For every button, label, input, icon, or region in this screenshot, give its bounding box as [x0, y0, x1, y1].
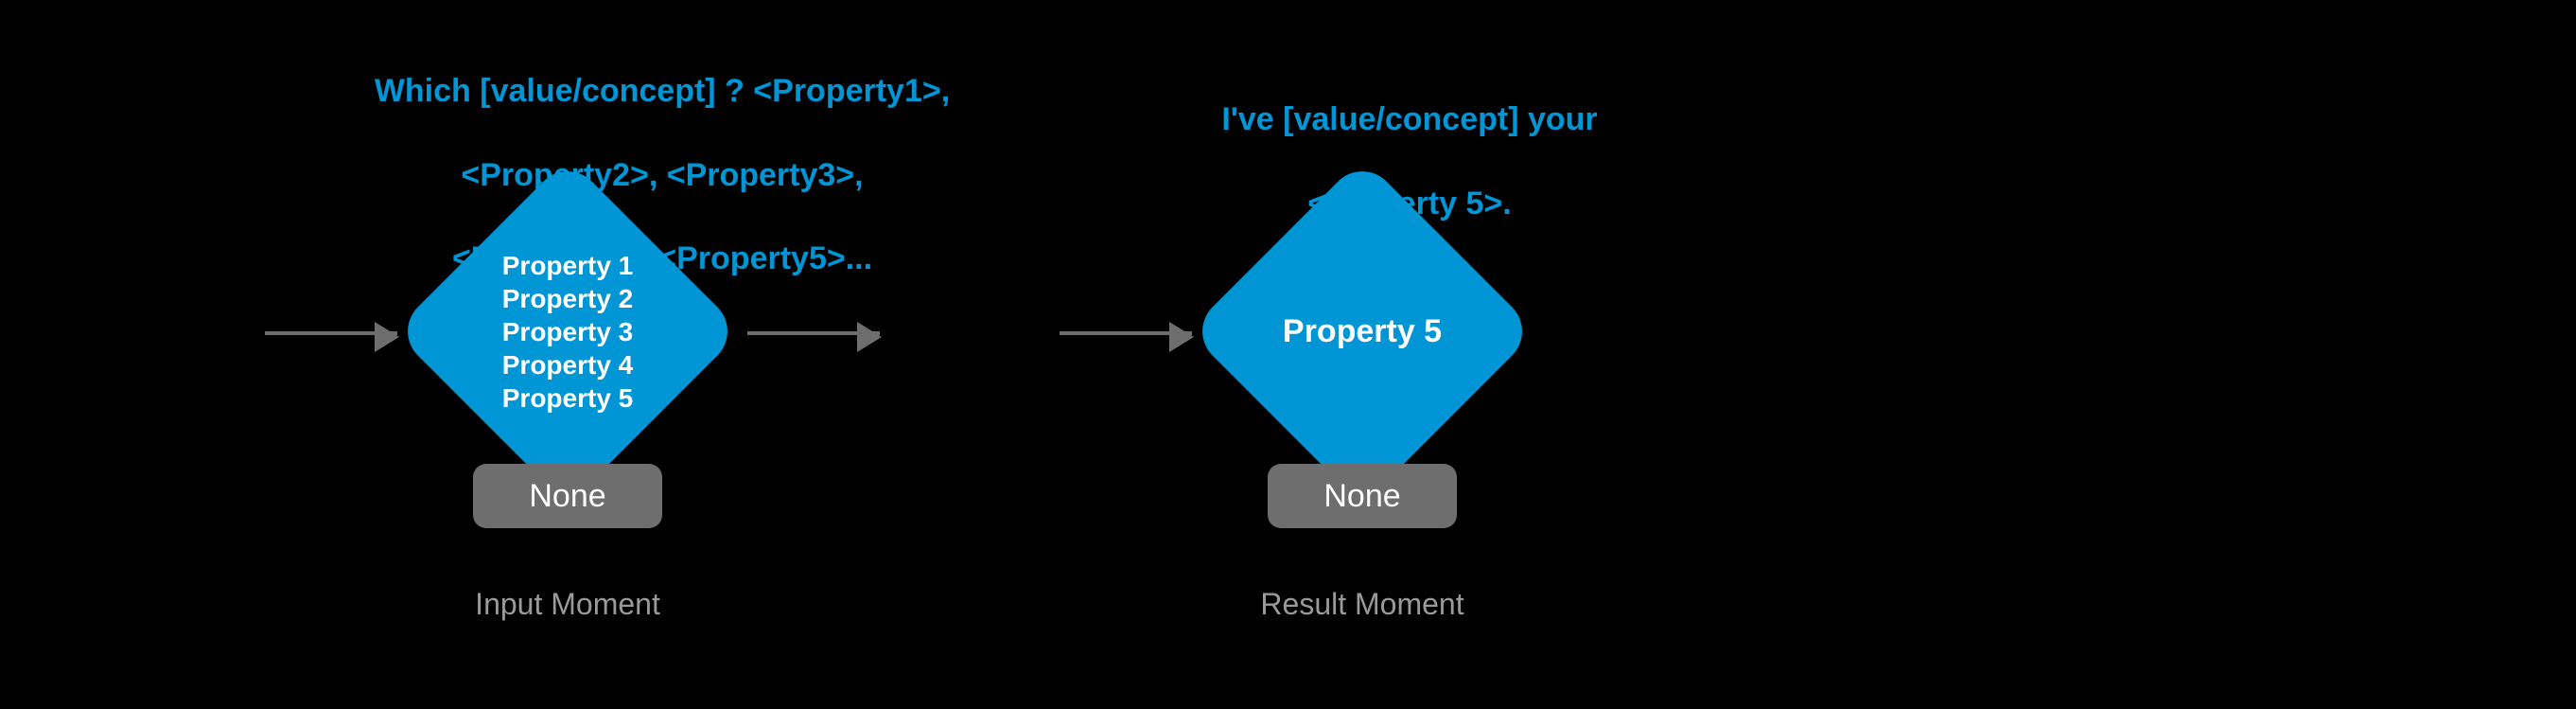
- arrow-to-input: [265, 331, 397, 335]
- arrow-to-result: [1060, 331, 1192, 335]
- diagram-stage: Which [value/concept] ? <Property1>, <Pr…: [0, 0, 2576, 709]
- arrow-from-input: [747, 331, 880, 335]
- none-label: None: [529, 478, 605, 515]
- property-item: Property 2: [502, 282, 634, 315]
- result-diamond-content: Property 5: [1239, 208, 1485, 454]
- result-prompt-line1: I've [value/concept] your: [1221, 101, 1597, 137]
- property-item: Property 4: [502, 348, 634, 381]
- result-prompt: I've [value/concept] your <property 5>.: [1173, 57, 1646, 224]
- property-item: Property 3: [502, 315, 634, 348]
- input-prompt-line1: Which [value/concept] ? <Property1>,: [375, 73, 950, 109]
- input-caption: Input Moment: [468, 587, 667, 622]
- selected-property: Property 5: [1283, 311, 1442, 352]
- result-none-pill[interactable]: None: [1268, 464, 1457, 528]
- property-item: Property 1: [502, 249, 634, 282]
- result-diamond: Property 5: [1239, 208, 1485, 454]
- input-diamond-content: Property 1 Property 2 Property 3 Propert…: [445, 208, 691, 454]
- none-label: None: [1323, 478, 1400, 515]
- input-none-pill[interactable]: None: [473, 464, 662, 528]
- input-prompt-line2: <Property2>, <Property3>,: [461, 157, 863, 193]
- input-diamond: Property 1 Property 2 Property 3 Propert…: [445, 208, 691, 454]
- result-caption: Result Moment: [1258, 587, 1466, 622]
- property-item: Property 5: [502, 381, 634, 415]
